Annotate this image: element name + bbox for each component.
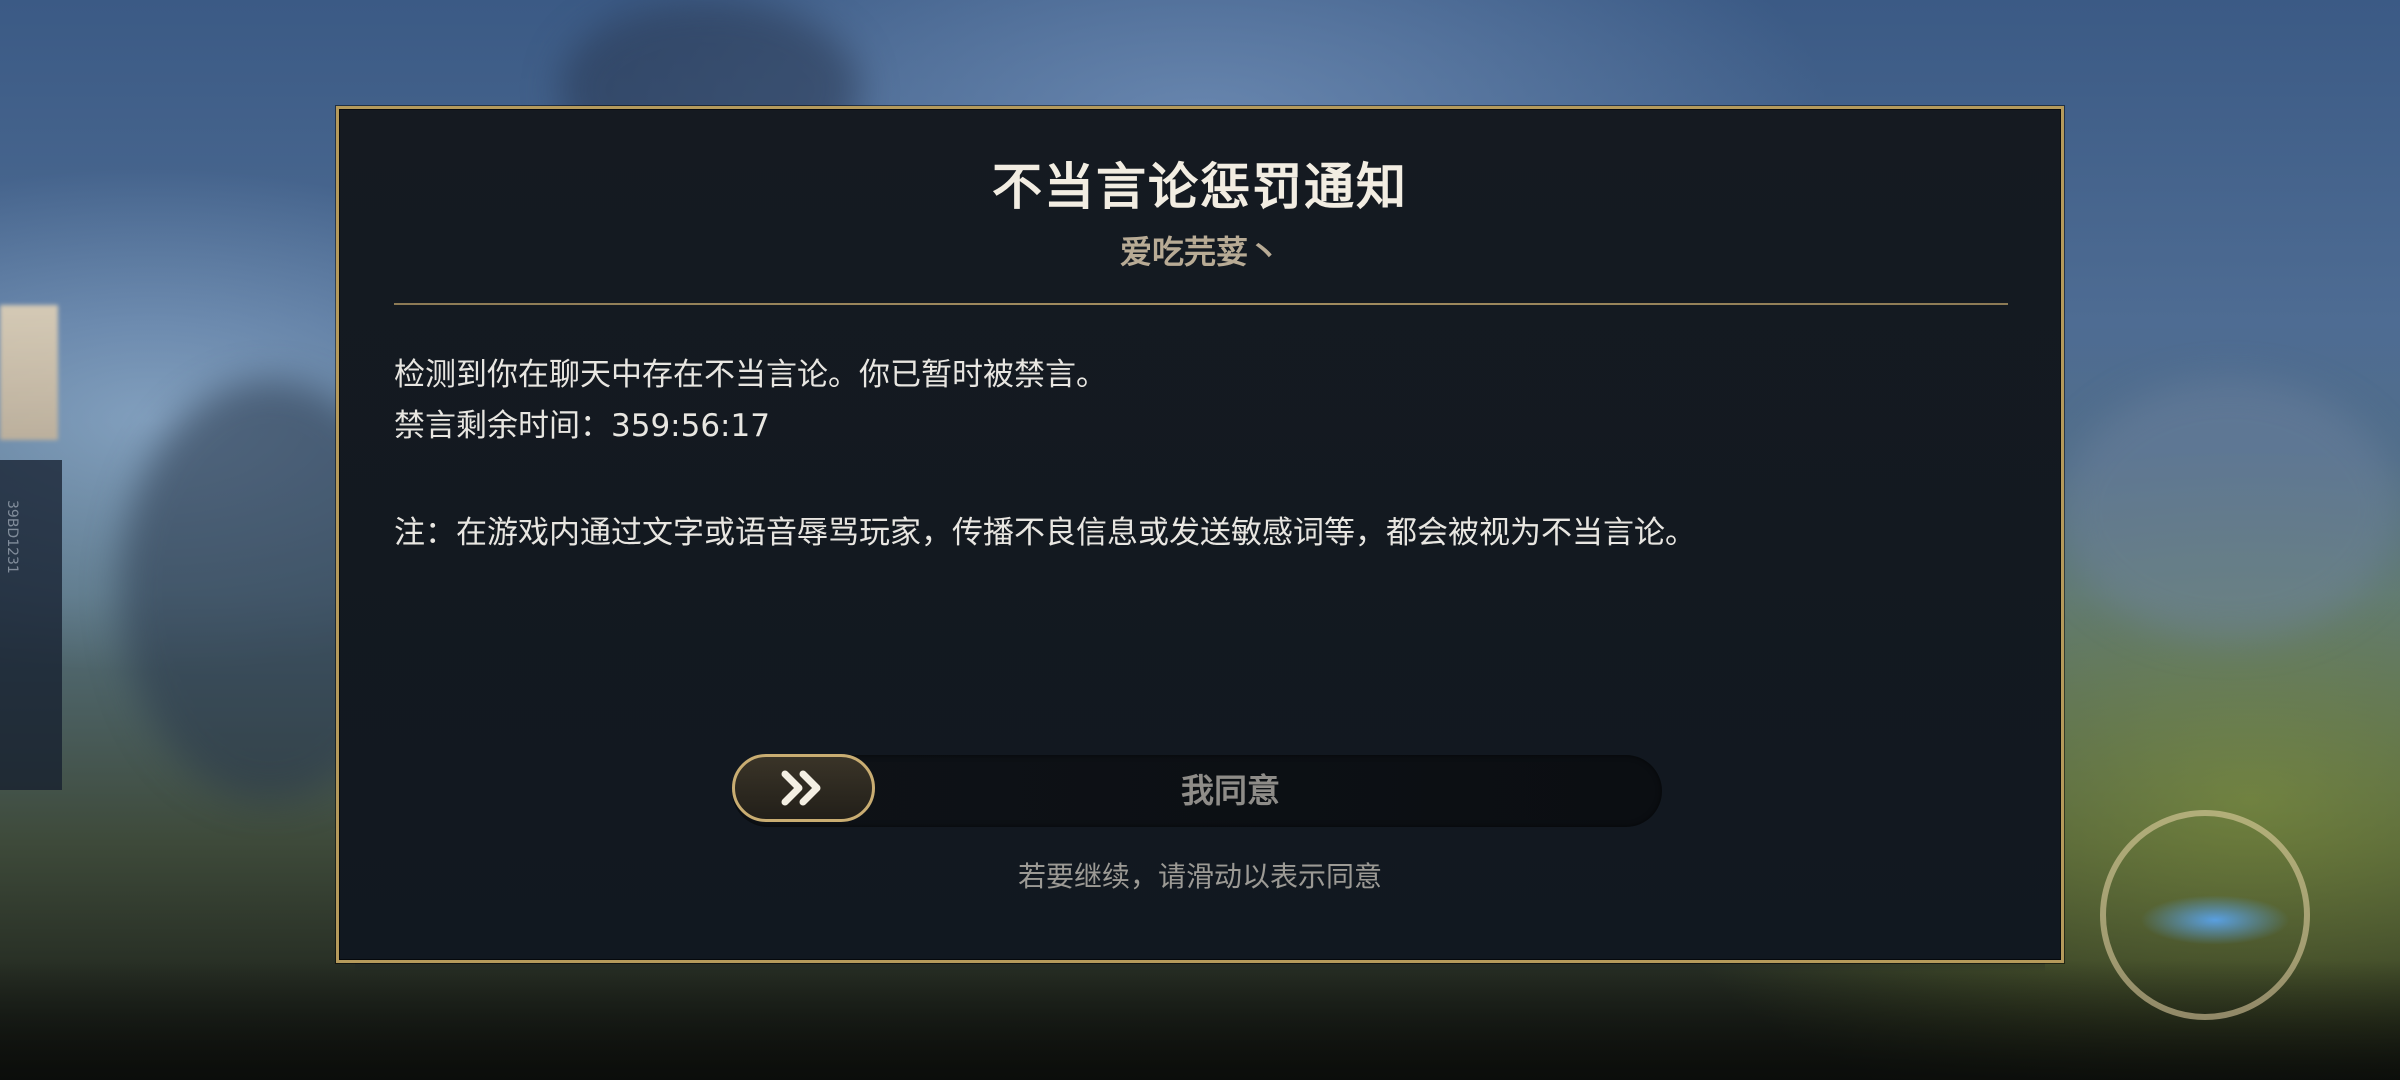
note-text: 注：在游戏内通过文字或语音辱骂玩家，传播不良信息或发送敏感词等，都会被视为不当言… bbox=[394, 515, 1696, 551]
double-chevron-right-icon bbox=[781, 770, 820, 806]
dialog-title: 不当言论惩罚通知 bbox=[992, 158, 1408, 216]
divider bbox=[394, 303, 2008, 305]
left-avatar-thumbnail bbox=[0, 305, 58, 440]
slider-hint: 若要继续，请滑动以表示同意 bbox=[1017, 860, 1382, 893]
background-ground bbox=[0, 960, 2400, 1080]
game-background: 39BD1231 不当言论惩罚通知 爱吃芫荽丶 检测到你在聊天中存在不当言论。你… bbox=[0, 0, 2400, 1080]
agree-slider-handle[interactable] bbox=[732, 754, 875, 822]
mute-remaining-time: 禁言剩余时间：359:56:17 bbox=[394, 408, 770, 444]
joystick-glow bbox=[2140, 895, 2290, 945]
left-panel-text: 39BD1231 bbox=[4, 500, 20, 574]
player-name: 爱吃芫荽丶 bbox=[1119, 233, 1280, 271]
background-figure bbox=[2060, 380, 2400, 640]
message-detected: 检测到你在聊天中存在不当言论。你已暂时被禁言。 bbox=[394, 357, 1107, 393]
penalty-notice-dialog: 不当言论惩罚通知 爱吃芫荽丶 检测到你在聊天中存在不当言论。你已暂时被禁言。 禁… bbox=[336, 106, 2064, 963]
